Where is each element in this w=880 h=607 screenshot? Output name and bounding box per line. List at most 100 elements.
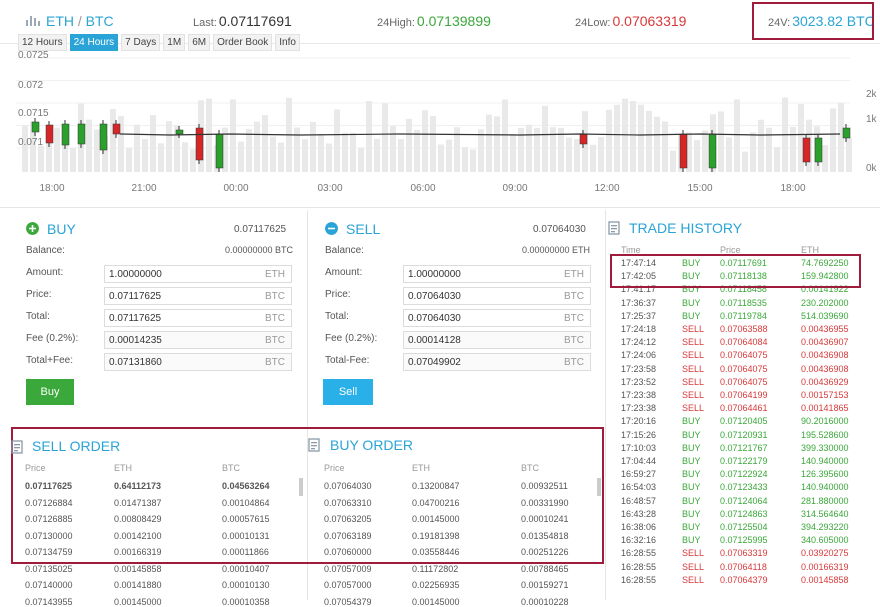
buy-order-cell[interactable]: 0.00010228 xyxy=(521,597,569,607)
sell-button[interactable]: Sell xyxy=(323,379,373,405)
minus-icon xyxy=(325,222,338,235)
trade-row: 17:25:37 BUY 0.07119784 514.039690 xyxy=(621,311,851,324)
buy-order-cell[interactable]: 0.00145000 xyxy=(412,514,460,524)
sell-balance[interactable]: 0.00000000 ETH xyxy=(522,245,590,255)
volume-bar xyxy=(406,118,412,172)
buy-order-cell[interactable]: 0.07054379 xyxy=(324,597,372,607)
sell-order-cell[interactable]: 0.07126884 xyxy=(25,498,73,508)
buy-balance[interactable]: 0.00000000 BTC xyxy=(225,245,293,255)
trade-amount: 0.03920275 xyxy=(801,548,849,559)
sell-order-cell[interactable]: 0.01471387 xyxy=(114,498,162,508)
trade-amount: 394.293220 xyxy=(801,522,849,532)
sell-order-cell[interactable]: 0.07117625 xyxy=(25,481,72,491)
candle xyxy=(708,133,717,169)
buy-order-cell[interactable]: 0.07060000 xyxy=(324,547,372,557)
sell-order-cell[interactable]: 0.04563264 xyxy=(222,481,270,491)
trade-time: 17:36:37 xyxy=(621,297,657,308)
price-chart[interactable]: 0.0725 0.072 0.0715 0.071 2k 1k 0k 18:00 21:00 00… xyxy=(0,50,880,200)
trade-price: 0.07064379 xyxy=(720,574,768,585)
tab-7-days[interactable]: 7 Days xyxy=(121,34,161,51)
buy-order-cell[interactable]: 0.04700216 xyxy=(412,498,460,508)
sell-total-field[interactable]: 0.07064030 BTC xyxy=(403,309,591,327)
sell-order-cell[interactable]: 0.07135025 xyxy=(25,564,73,574)
volume-bar xyxy=(430,116,436,172)
sell-order-cell[interactable]: 0.00010130 xyxy=(222,580,270,590)
buy-button[interactable]: Buy xyxy=(26,379,74,405)
tab-info[interactable]: Info xyxy=(275,34,300,51)
buy-order-cell[interactable]: 0.00251226 xyxy=(521,547,569,557)
volume-bar xyxy=(22,125,28,172)
sell-order-cell[interactable]: 0.07134759 xyxy=(25,547,73,557)
buy-order-cell[interactable]: 0.19181398 xyxy=(412,531,460,541)
buy-order-cell[interactable]: 0.07057009 xyxy=(324,564,372,574)
sell-order-cell[interactable]: 0.00057615 xyxy=(222,514,270,524)
volume-bar xyxy=(126,147,132,172)
trade-time: 17:24:06 xyxy=(621,350,657,361)
tab-order-book[interactable]: Order Book xyxy=(213,34,273,51)
buy-amount-field[interactable]: 1.00000000 ETH xyxy=(104,265,292,283)
trade-row: 16:43:28 BUY 0.07124863 314.564640 xyxy=(621,509,851,522)
trade-side: SELL xyxy=(682,390,705,400)
trade-side: BUY xyxy=(682,416,701,427)
sell-order-cell[interactable]: 0.07143955 xyxy=(25,597,73,607)
tab-1m[interactable]: 1M xyxy=(163,34,186,51)
sell-order-cell[interactable]: 0.00142100 xyxy=(114,531,162,541)
sell-price-field[interactable]: 0.07064030 BTC xyxy=(403,287,591,305)
trade-price: 0.07124863 xyxy=(720,508,768,519)
sell-order-cell[interactable]: 0.00145000 xyxy=(114,597,162,607)
sell-amount-field[interactable]: 1.00000000 ETH xyxy=(403,265,591,283)
tab-12-hours[interactable]: 12 Hours xyxy=(18,34,67,51)
sell-order-cell[interactable]: 0.00808429 xyxy=(114,514,162,524)
buy-order-cell[interactable]: 0.07063189 xyxy=(324,531,372,541)
trade-price: 0.07064075 xyxy=(720,363,768,374)
sell-order-cell[interactable]: 0.00010358 xyxy=(222,597,270,607)
volume-bar xyxy=(542,105,548,172)
trade-amount: 0.00436955 xyxy=(801,324,849,334)
buy-order-cell[interactable]: 0.00331990 xyxy=(521,498,569,508)
buy-order-cell[interactable]: 0.00145000 xyxy=(412,597,460,607)
buy-price-field[interactable]: 0.07117625 BTC xyxy=(104,287,292,305)
buy-order-cell[interactable]: 0.03558446 xyxy=(412,547,460,557)
pair-title[interactable]: ETH / BTC xyxy=(46,13,114,29)
buy-order-cell[interactable]: 0.07064030 xyxy=(324,481,372,491)
sell-order-cell[interactable]: 0.00010407 xyxy=(222,564,270,574)
sell-order-cell[interactable]: 0.00104864 xyxy=(222,498,270,508)
buy-order-scrollbar[interactable] xyxy=(597,478,601,496)
buy-order-cell[interactable]: 0.02256935 xyxy=(412,580,460,590)
sell-order-cell[interactable]: 0.00010131 xyxy=(222,531,270,541)
sell-fee-field: 0.00014128 BTC xyxy=(403,331,591,349)
sell-order-cell[interactable]: 0.00141880 xyxy=(114,580,162,590)
trade-price: 0.07063319 xyxy=(720,548,768,559)
buy-order-cell[interactable]: 0.07057000 xyxy=(324,580,372,590)
sell-order-cell[interactable]: 0.00011866 xyxy=(222,547,269,557)
trade-side: SELL xyxy=(682,561,705,572)
buy-order-cell[interactable]: 0.00159271 xyxy=(521,580,569,590)
sell-order-cell[interactable]: 0.00166319 xyxy=(114,547,162,557)
candle xyxy=(215,133,224,169)
sell-order-cell[interactable]: 0.00145858 xyxy=(114,564,162,574)
sell-order-cell[interactable]: 0.07130000 xyxy=(25,531,73,541)
sell-order-scrollbar[interactable] xyxy=(299,478,303,496)
tab-24-hours[interactable]: 24 Hours xyxy=(69,34,119,51)
trade-price: 0.07064461 xyxy=(720,403,768,414)
buy-order-cell[interactable]: 0.01354818 xyxy=(521,531,569,541)
buy-order-cell[interactable]: 0.00788465 xyxy=(521,564,569,574)
trade-row: 17:23:38 SELL 0.07064199 0.00157153 xyxy=(621,390,851,403)
buy-order-cell[interactable]: 0.07063205 xyxy=(324,514,372,524)
tab-6m[interactable]: 6M xyxy=(188,34,211,51)
sell-order-cell[interactable]: 0.64112173 xyxy=(114,481,161,491)
x-tick-label: 06:00 xyxy=(410,183,435,194)
sell-order-cell[interactable]: 0.07140000 xyxy=(25,580,73,590)
buy-total-field[interactable]: 0.07117625 BTC xyxy=(104,309,292,327)
volume-bar xyxy=(150,115,156,172)
volume-bar xyxy=(166,121,172,172)
volume-bar xyxy=(230,99,236,172)
buy-order-cell[interactable]: 0.11172802 xyxy=(412,564,458,574)
buy-order-cell[interactable]: 0.07063310 xyxy=(324,498,372,508)
buy-order-cell[interactable]: 0.00010241 xyxy=(521,514,569,524)
candle xyxy=(112,123,121,135)
sell-order-cell[interactable]: 0.07126885 xyxy=(25,514,73,524)
buy-order-cell[interactable]: 0.13200847 xyxy=(412,481,460,491)
buy-order-cell[interactable]: 0.00932511 xyxy=(521,481,568,491)
candle xyxy=(814,137,823,163)
